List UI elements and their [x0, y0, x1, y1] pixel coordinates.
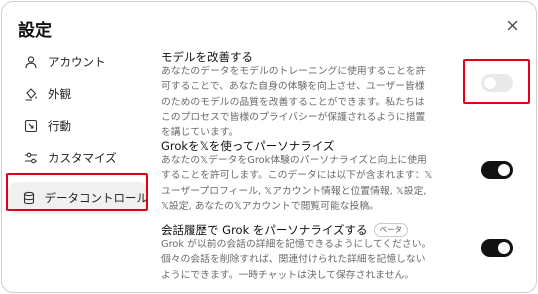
- sidebar-item-label: 外観: [48, 87, 71, 101]
- sidebar-item-account[interactable]: アカウント: [8, 46, 148, 78]
- toggle-knob: [498, 164, 510, 176]
- highlight-box-toggle: [463, 59, 530, 104]
- conversation-history-toggle[interactable]: [481, 239, 513, 257]
- sidebar-item-label: 行動: [48, 119, 71, 133]
- setting-desc-conversation-history: Grok が以前の会話の詳細を記憶できるようにしてください。個々の会話を削除すれ…: [161, 239, 432, 281]
- behavior-icon: [22, 117, 40, 135]
- toggle-knob: [498, 242, 510, 254]
- dialog-title: 設定: [18, 21, 52, 41]
- sidebar-item-customize[interactable]: カスタマイズ: [8, 142, 148, 174]
- sidebar-item-behavior[interactable]: 行動: [8, 110, 148, 142]
- close-button[interactable]: [501, 14, 523, 36]
- setting-desc-improve-model: あなたのデータをモデルのトレーニングに使用することを許可することで、あなた自身の…: [161, 66, 426, 139]
- personalize-x-toggle[interactable]: [481, 161, 513, 179]
- setting-title-conversation-history: 会話履歴で Grok をパーソナライズする ベータ: [161, 222, 409, 238]
- highlight-box-nav: [6, 173, 148, 211]
- sidebar-item-appearance[interactable]: 外観: [8, 78, 148, 110]
- person-icon: [22, 53, 40, 71]
- setting-title-text: 会話履歴で Grok をパーソナライズする: [161, 223, 368, 237]
- sidebar-item-label: アカウント: [48, 55, 106, 69]
- setting-title-improve-model: モデルを改善する: [161, 50, 253, 64]
- sliders-icon: [22, 149, 40, 167]
- setting-title-personalize-x: Grokを𝕏を使ってパーソナライズ: [161, 139, 335, 153]
- beta-badge: ベータ: [373, 223, 409, 237]
- setting-desc-personalize-x: あなたの𝕏データをGrok体験のパーソナライズと向上に使用することを許可します。…: [161, 155, 433, 212]
- paint-bucket-icon: [22, 85, 40, 103]
- close-icon: [507, 20, 517, 30]
- settings-dialog: 設定 アカウント 外観 行動 カスタマイズ データコントロール モデルを改善する…: [1, 1, 537, 293]
- sidebar-item-label: カスタマイズ: [48, 151, 117, 165]
